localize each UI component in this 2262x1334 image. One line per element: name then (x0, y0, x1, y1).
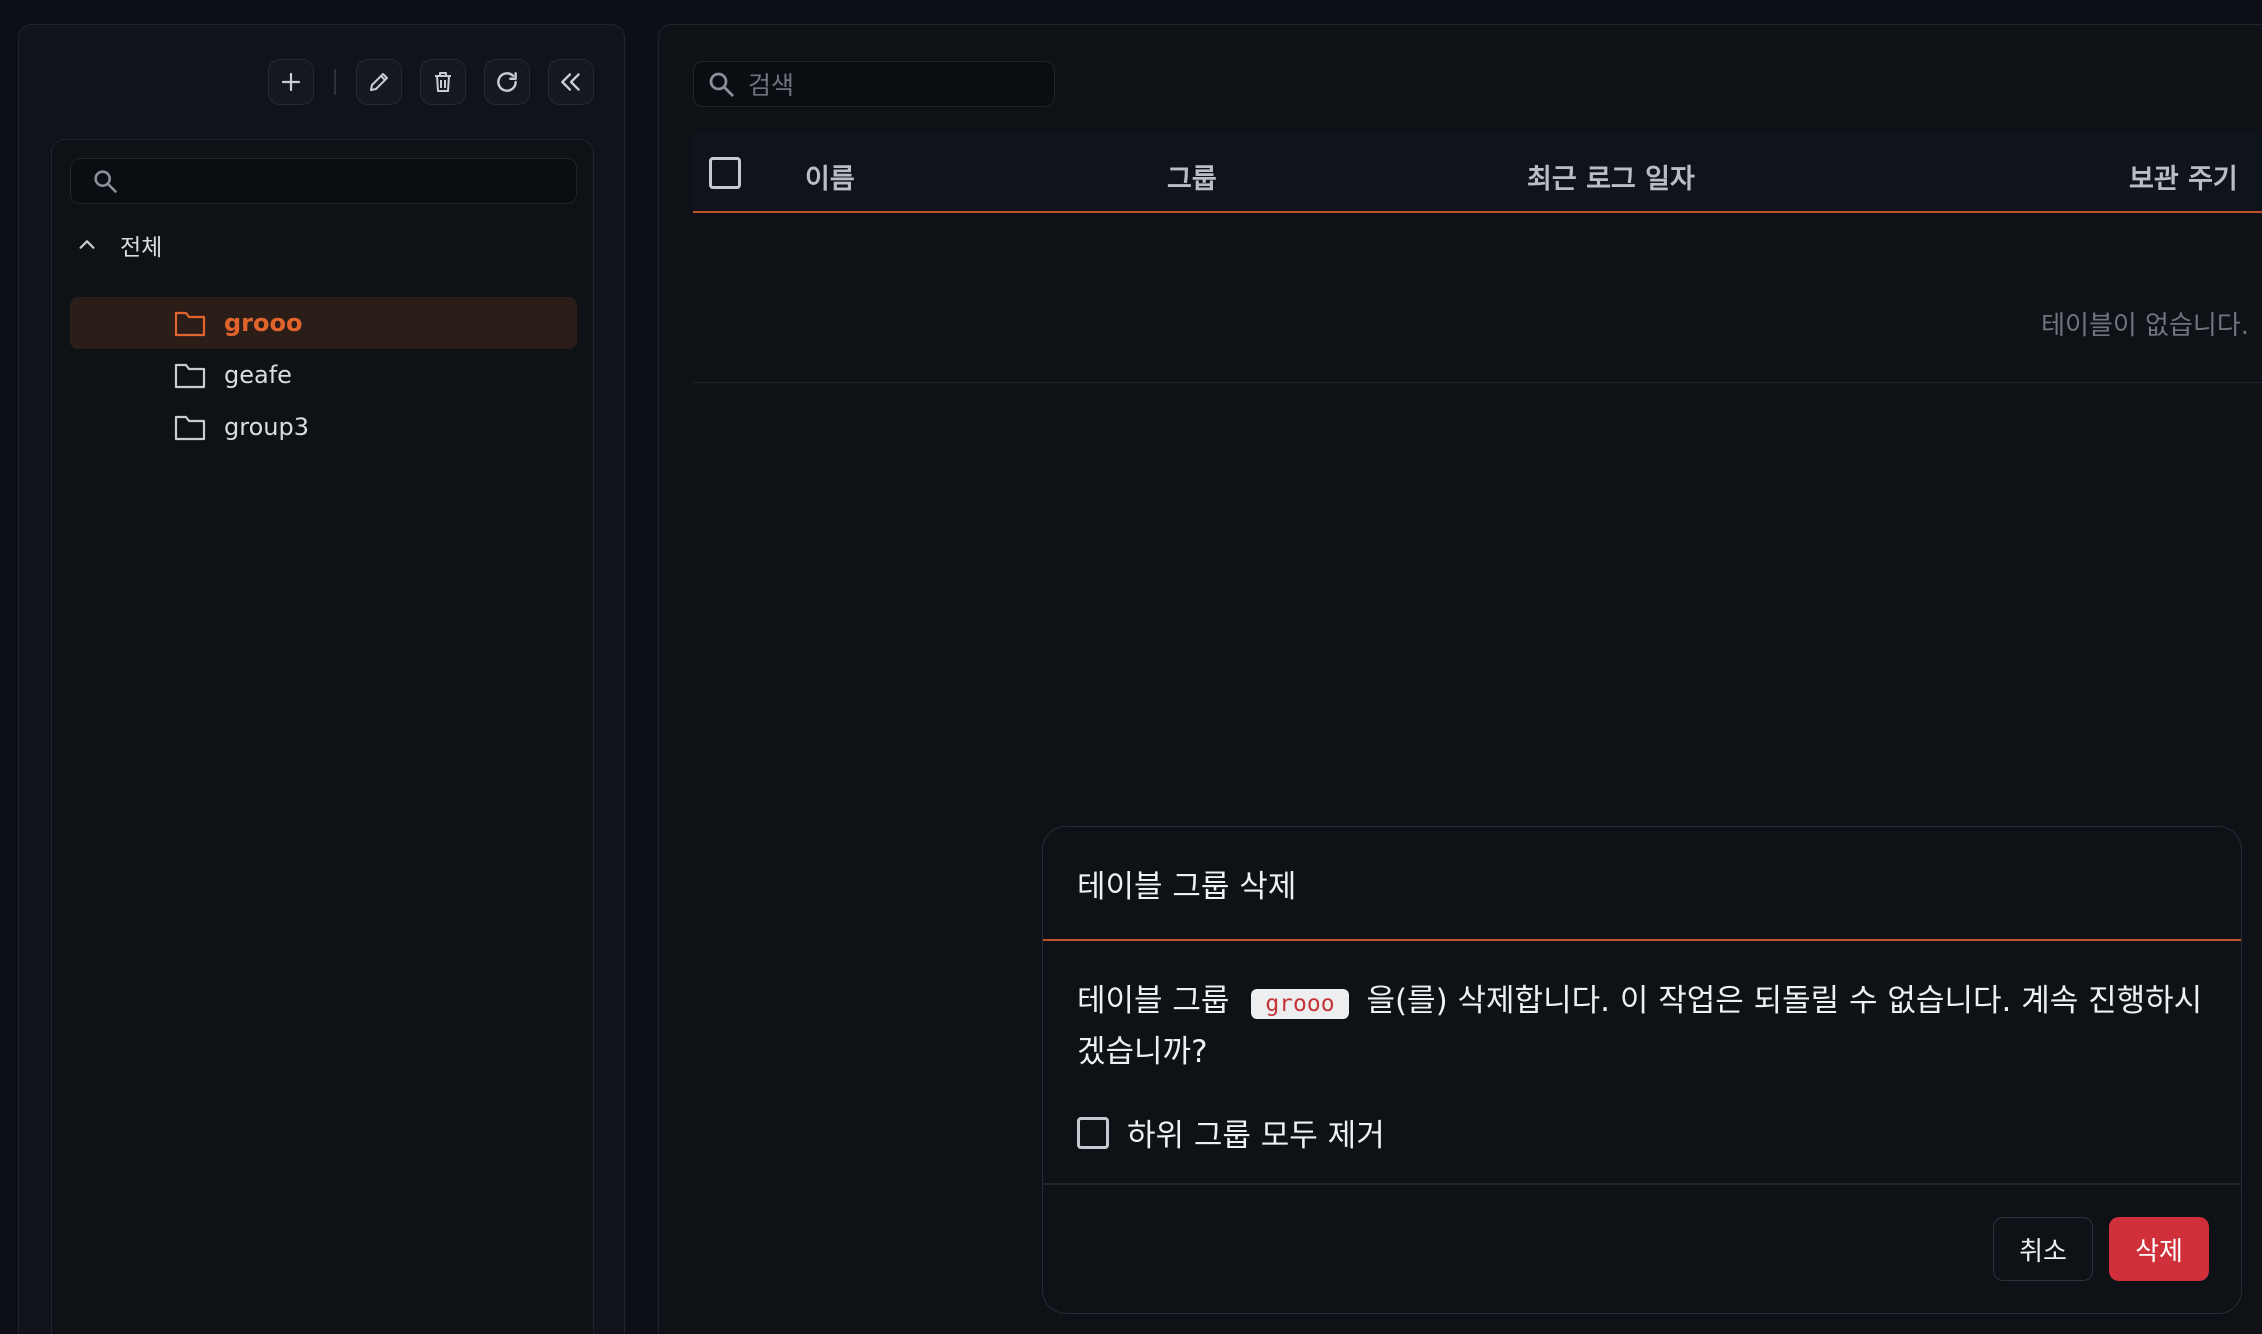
refresh-button[interactable] (484, 59, 530, 105)
confirm-delete-button[interactable]: 삭제 (2109, 1217, 2209, 1281)
chevrons-left-icon (561, 73, 580, 91)
add-group-button[interactable] (268, 59, 314, 105)
dialog-message-suffix: 을(를) 삭제합니다. 이 작업은 되돌릴 수 없습니다. 계속 진행하시겠습니… (1077, 983, 2203, 1070)
tree-item-label: geafe (224, 361, 292, 389)
folder-icon (174, 415, 206, 441)
pencil-icon (370, 73, 388, 91)
remove-subgroups-option[interactable]: 하위 그룹 모두 제거 (1077, 1110, 2207, 1155)
remove-subgroups-checkbox[interactable] (1077, 1116, 1109, 1149)
column-header-name[interactable]: 이름 (805, 157, 855, 196)
folder-icon (174, 363, 206, 389)
table-empty-row: 테이블이 없습니다. (693, 213, 2262, 383)
empty-table-message: 테이블이 없습니다. (2041, 311, 2249, 341)
delete-group-dialog: 테이블 그룹 삭제 테이블 그룹 grooo 을(를) 삭제합니다. 이 작업은… (1042, 826, 2242, 1314)
dialog-message-prefix: 테이블 그룹 (1077, 983, 1230, 1019)
tree-search-input[interactable] (70, 158, 577, 204)
table-header: 이름 그룹 최근 로그 일자 보관 주기 (693, 133, 2262, 213)
tree-root-label: 전체 (120, 235, 163, 261)
tree-item-grooo[interactable]: grooo (70, 297, 577, 349)
tree-item-group3[interactable]: group3 (70, 401, 577, 453)
tree-item-label: grooo (224, 309, 303, 337)
folder-icon (174, 311, 206, 337)
tree-item-label: group3 (224, 413, 309, 441)
trash-icon (435, 72, 451, 92)
column-header-group[interactable]: 그룹 (1167, 157, 1217, 196)
toolbar-divider (334, 69, 336, 95)
select-all-checkbox[interactable] (709, 157, 741, 189)
delete-group-button[interactable] (420, 59, 466, 105)
table-search-input[interactable]: 검색 (693, 61, 1055, 107)
sidebar-toolbar (268, 59, 594, 105)
dialog-footer: 취소 삭제 (1043, 1183, 2241, 1313)
search-icon (709, 72, 734, 97)
group-tree: 전체 grooo geafe group3 (51, 139, 594, 1334)
remove-subgroups-label[interactable]: 하위 그룹 모두 제거 (1127, 1110, 1385, 1155)
cancel-button[interactable]: 취소 (1993, 1217, 2093, 1281)
chevron-up-icon (79, 240, 95, 249)
group-sidebar: 전체 grooo geafe group3 (18, 24, 625, 1334)
plus-icon (281, 72, 301, 92)
collapse-sidebar-button[interactable] (548, 59, 594, 105)
edit-group-button[interactable] (356, 59, 402, 105)
column-header-last-log-date[interactable]: 최근 로그 일자 (1527, 157, 1695, 196)
dialog-message: 테이블 그룹 grooo 을(를) 삭제합니다. 이 작업은 되돌릴 수 없습니… (1077, 977, 2209, 1076)
refresh-icon (497, 72, 517, 92)
search-icon (94, 170, 117, 193)
table-search-placeholder: 검색 (748, 71, 795, 100)
tree-root-item[interactable]: 전체 (76, 228, 162, 262)
dialog-body: 테이블 그룹 grooo 을(를) 삭제합니다. 이 작업은 되돌릴 수 없습니… (1043, 941, 2241, 1155)
tree-item-geafe[interactable]: geafe (70, 349, 577, 401)
dialog-title: 테이블 그룹 삭제 (1043, 827, 2241, 941)
group-name-code: grooo (1251, 989, 1349, 1019)
column-header-retention[interactable]: 보관 주기 (2129, 157, 2238, 196)
